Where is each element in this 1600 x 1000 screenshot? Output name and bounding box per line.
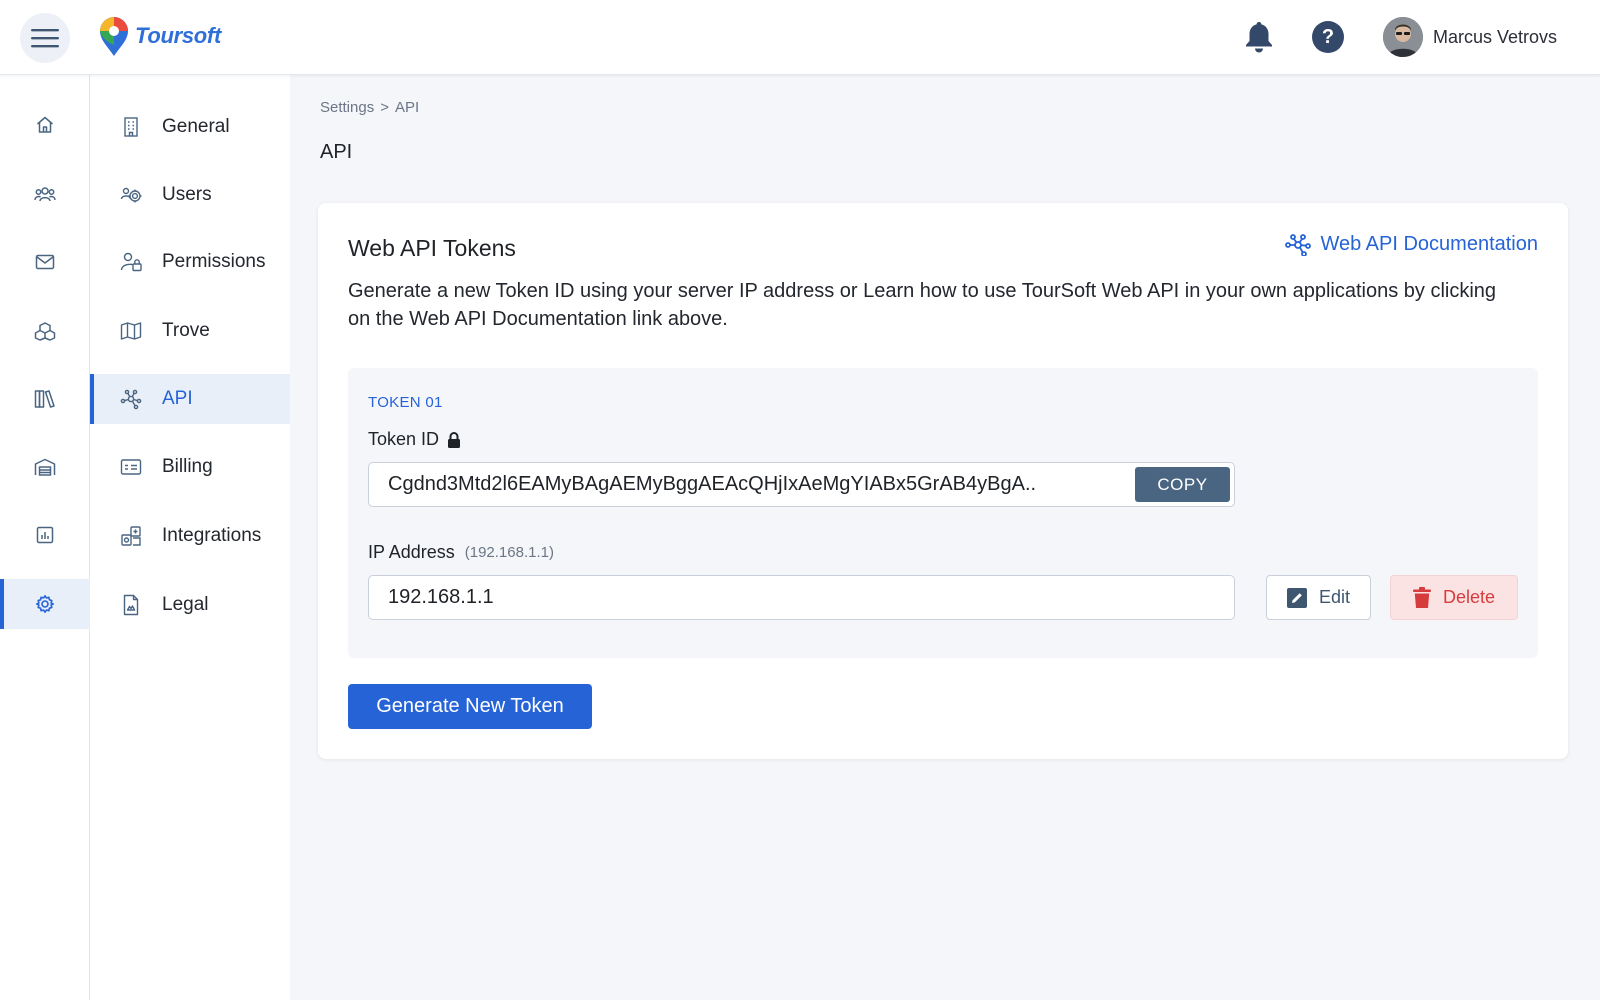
- card-description: Generate a new Token ID using your serve…: [348, 280, 1497, 330]
- lock-icon: [448, 431, 461, 448]
- users-gear-icon: [120, 187, 142, 203]
- settings-nav-general[interactable]: General: [90, 102, 290, 152]
- settings-nav-users[interactable]: Users: [90, 170, 290, 220]
- settings-nav-legal[interactable]: Legal: [90, 580, 290, 630]
- trash-icon: [1412, 587, 1431, 608]
- ip-address-label-text: IP Address: [368, 542, 455, 562]
- delete-button[interactable]: Delete: [1390, 575, 1518, 620]
- rail-item-mail[interactable]: [0, 237, 90, 287]
- ip-address-label: IP Address (192.168.1.1): [368, 542, 554, 563]
- token-panel: TOKEN 01 Token ID Cgdnd3Mtd2l6EAMyBAgAEM…: [348, 368, 1538, 658]
- ip-address-input[interactable]: [368, 575, 1235, 620]
- menu-toggle-button[interactable]: [20, 13, 70, 63]
- rail-item-home[interactable]: [0, 100, 90, 150]
- user-avatar-icon: [1383, 17, 1423, 57]
- breadcrumb-separator: >: [380, 99, 389, 116]
- map-cubes-icon: [34, 322, 56, 341]
- breadcrumb-settings-link[interactable]: Settings: [320, 99, 374, 116]
- rail-item-users[interactable]: [0, 169, 90, 219]
- page-title: API: [320, 141, 353, 163]
- rail-item-settings[interactable]: [0, 579, 90, 629]
- brand-name: Toursoft: [135, 23, 221, 48]
- settings-nav-label: Legal: [162, 594, 209, 615]
- settings-nav-billing[interactable]: Billing: [90, 442, 290, 492]
- card-title: Web API Tokens: [348, 235, 516, 261]
- settings-icon: [36, 595, 54, 613]
- home-icon: [37, 116, 53, 133]
- token-id-field[interactable]: Cgdnd3Mtd2l6EAMyBAgAEMyBggAEAcQHjIxAeMgY…: [368, 462, 1235, 507]
- top-bar: Toursoft ? Marcus Vetrovs: [0, 0, 1600, 75]
- ip-address-hint: (192.168.1.1): [464, 544, 554, 561]
- user-menu[interactable]: Marcus Vetrovs: [1383, 17, 1557, 57]
- user-lock-icon: [120, 252, 142, 272]
- token-id-label-text: Token ID: [368, 429, 440, 449]
- settings-nav-permissions[interactable]: Permissions: [90, 237, 290, 287]
- settings-nav-label: API: [162, 388, 193, 409]
- api-nodes-icon: [1285, 233, 1312, 256]
- api-nodes-icon: [120, 389, 142, 410]
- warehouse-icon: [34, 458, 56, 476]
- edit-icon: [1286, 587, 1307, 608]
- edit-button-label: Edit: [1318, 587, 1351, 607]
- settings-nav-integrations[interactable]: Integrations: [90, 511, 290, 561]
- logo-pin-icon: [100, 17, 128, 56]
- settings-nav-label: Billing: [162, 456, 213, 477]
- report-icon: [36, 526, 54, 544]
- rail-item-library[interactable]: [0, 374, 90, 424]
- users-icon: [34, 187, 56, 202]
- hamburger-icon: [31, 29, 59, 48]
- settings-nav-label: Trove: [162, 320, 210, 341]
- settings-nav-api[interactable]: API: [90, 374, 290, 424]
- billing-card-icon: [120, 459, 142, 475]
- token-id-value: Cgdnd3Mtd2l6EAMyBAgAEMyBggAEAcQHjIxAeMgY…: [388, 473, 1037, 495]
- bell-icon: [1246, 22, 1272, 53]
- rail-item-reports[interactable]: [0, 510, 90, 560]
- delete-button-label: Delete: [1442, 587, 1496, 607]
- user-name: Marcus Vetrovs: [1433, 26, 1558, 47]
- token-label: TOKEN 01: [368, 394, 443, 411]
- library-icon: [34, 390, 55, 408]
- copy-token-button[interactable]: COPY: [1135, 467, 1230, 502]
- map-icon: [120, 322, 142, 340]
- integrations-icon: [121, 526, 141, 546]
- web-api-documentation-link[interactable]: Web API Documentation: [1285, 233, 1538, 256]
- doc-link-label: Web API Documentation: [1320, 233, 1538, 255]
- settings-nav-label: Integrations: [162, 525, 262, 546]
- document-icon: [123, 594, 139, 616]
- breadcrumb: Settings > API: [320, 99, 419, 116]
- help-button[interactable]: ?: [1312, 21, 1344, 53]
- building-icon: [124, 117, 138, 137]
- settings-nav-label: Users: [162, 184, 212, 205]
- settings-nav-label: Permissions: [162, 251, 266, 272]
- api-tokens-card: Web API Tokens Web API Documentation Gen…: [318, 203, 1568, 759]
- rail-item-warehouse[interactable]: [0, 442, 90, 492]
- token-id-label: Token ID: [368, 429, 461, 450]
- settings-nav-trove[interactable]: Trove: [90, 306, 290, 356]
- settings-nav-label: General: [162, 116, 230, 137]
- primary-nav-rail: [0, 75, 90, 1000]
- notifications-button[interactable]: [1244, 20, 1274, 54]
- brand-logo[interactable]: Toursoft: [97, 15, 221, 57]
- edit-button[interactable]: Edit: [1266, 575, 1371, 620]
- rail-item-map[interactable]: [0, 306, 90, 356]
- question-mark-icon: ?: [1321, 25, 1335, 48]
- settings-nav: General Users Permissions Trove API Bill…: [90, 75, 290, 1000]
- generate-new-token-button[interactable]: Generate New Token: [348, 684, 592, 729]
- breadcrumb-current: API: [394, 99, 420, 116]
- mail-icon: [35, 254, 55, 270]
- avatar: [1383, 17, 1423, 57]
